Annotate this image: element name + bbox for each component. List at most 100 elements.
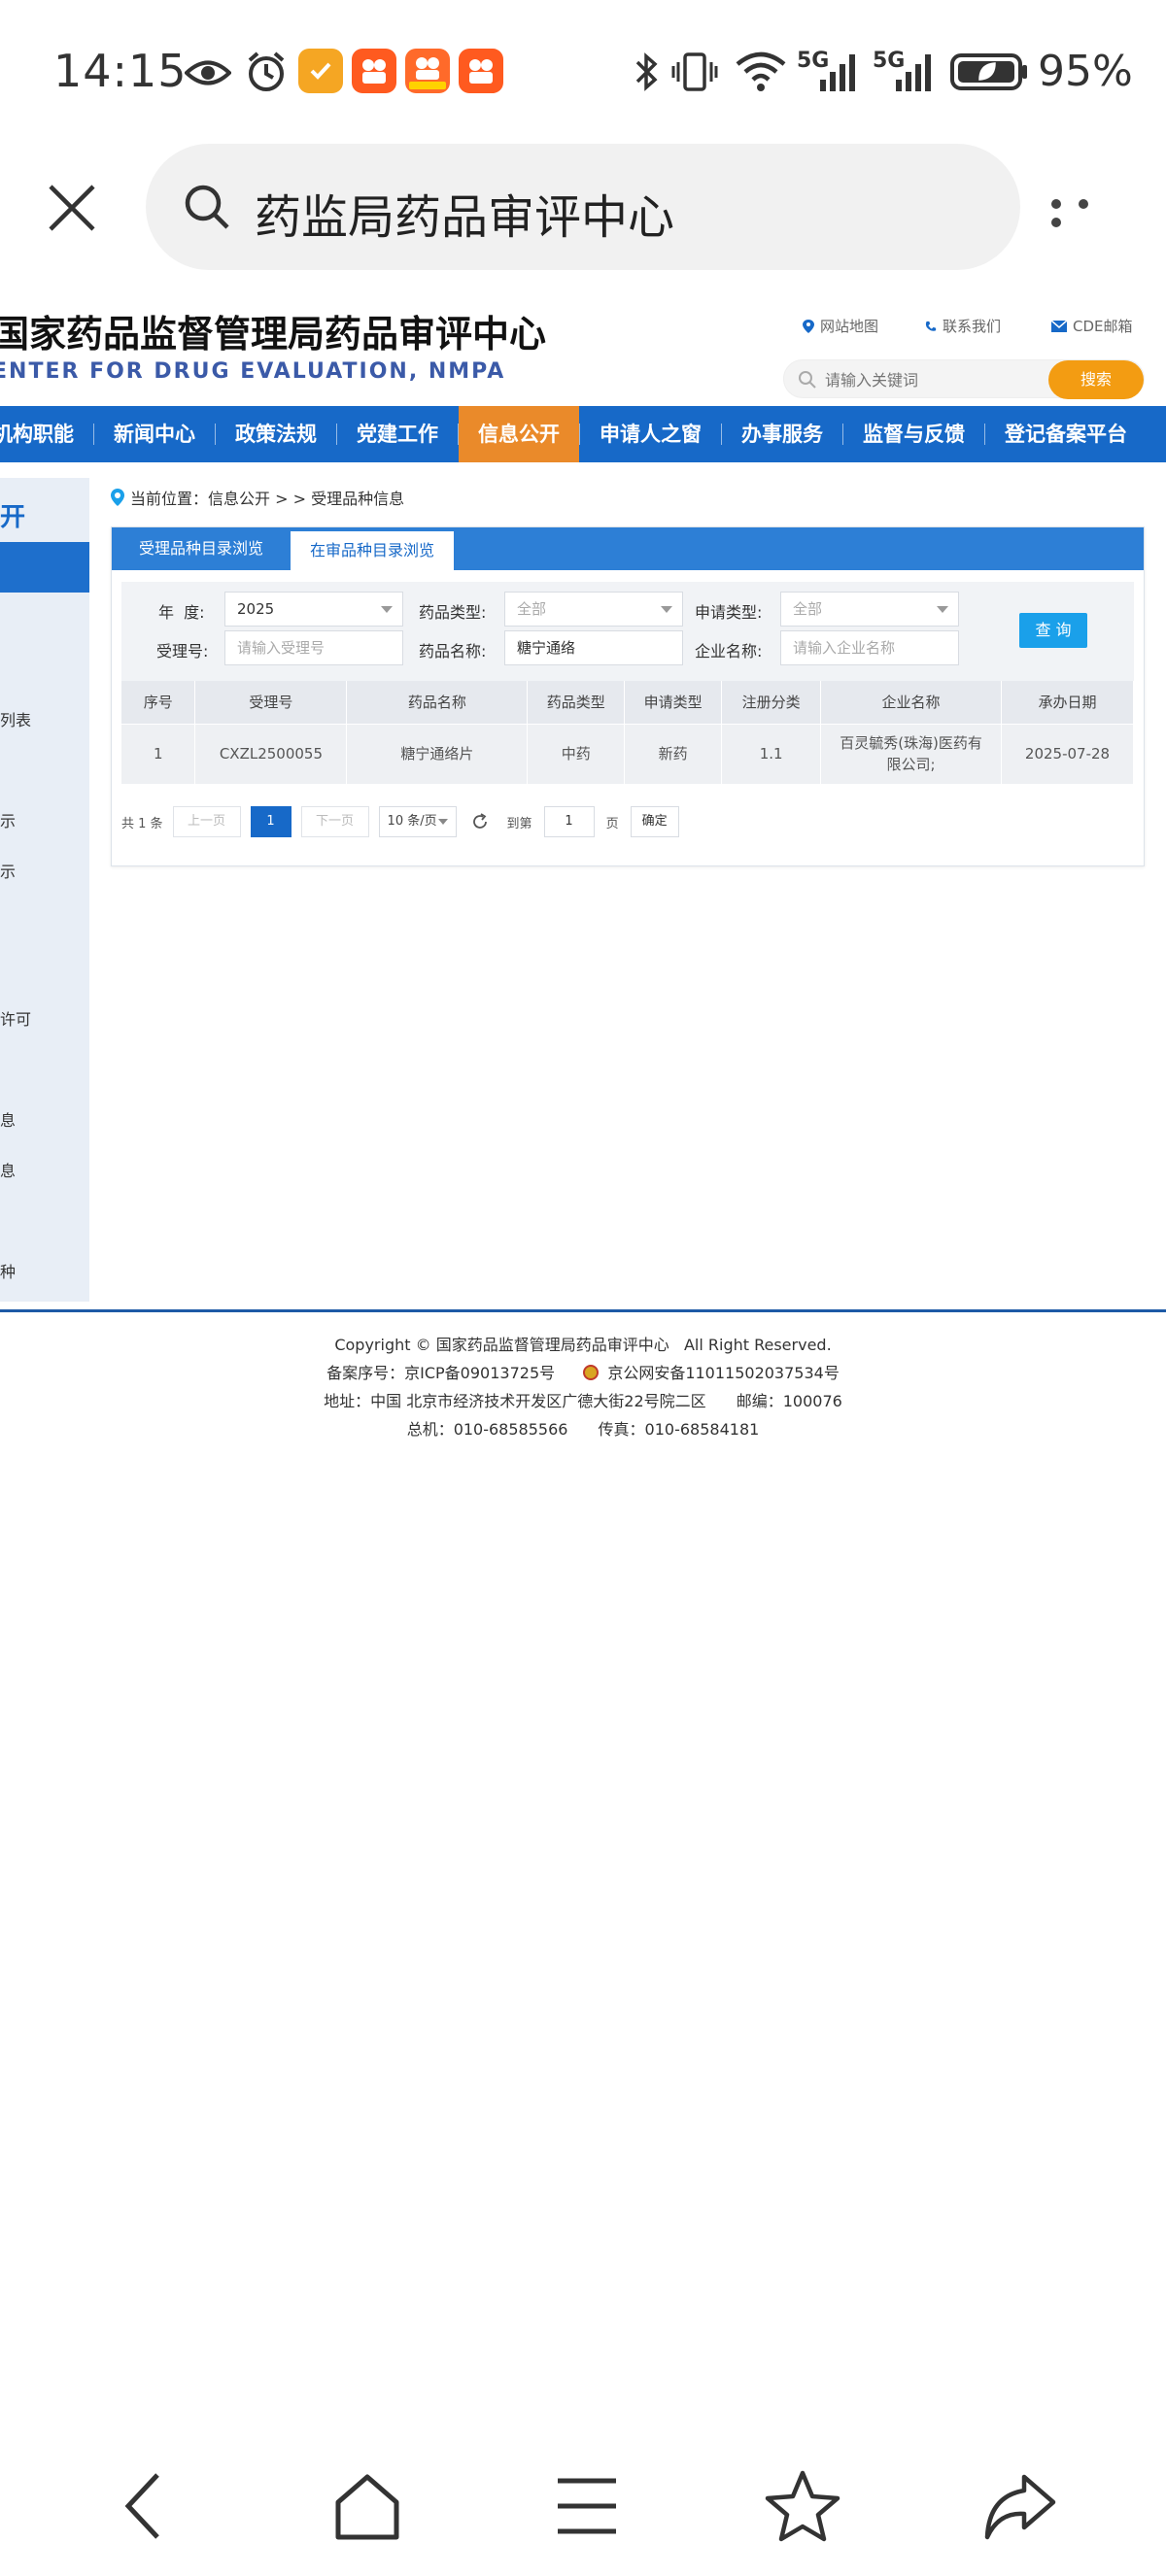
nav-item-info-disclosure[interactable]: 信息公开 bbox=[459, 406, 579, 462]
drug-type-select[interactable]: 全部 bbox=[504, 592, 683, 627]
accept-no-label: 受理号: bbox=[156, 642, 209, 661]
footer-contact-line: 总机：010-68585566 传真：010-68584181 bbox=[0, 1415, 1166, 1443]
site-search-input[interactable] bbox=[825, 366, 1048, 393]
nav-item-news[interactable]: 新闻中心 bbox=[94, 406, 215, 462]
cell-company: 百灵毓秀(珠海)医药有限公司; bbox=[820, 723, 1002, 784]
site-subtitle: ENTER FOR DRUG EVALUATION, NMPA bbox=[0, 359, 506, 384]
sidebar-item[interactable]: 列表 bbox=[0, 707, 31, 730]
close-icon[interactable] bbox=[43, 179, 101, 237]
alarm-icon bbox=[248, 51, 285, 91]
prev-page-button[interactable]: 上一页 bbox=[172, 806, 241, 837]
footer-record-line: 备案序号：京ICP备09013725号 京公网安备11011502037534号 bbox=[0, 1359, 1166, 1387]
chevron-down-icon bbox=[437, 819, 448, 825]
cell-apply-type: 新药 bbox=[624, 723, 723, 784]
refresh-icon[interactable] bbox=[470, 812, 490, 831]
browser-search-bar[interactable]: 药监局药品审评中心 bbox=[146, 144, 1020, 270]
tab-bar: 受理品种目录浏览 在审品种目录浏览 bbox=[112, 527, 1144, 570]
catalog-panel: 受理品种目录浏览 在审品种目录浏览 年 度: 2025 药品类型: 全部 申请类… bbox=[111, 526, 1145, 866]
app-video-festival-icon bbox=[405, 49, 450, 93]
nav-item-registration-platform[interactable]: 登记备案平台 bbox=[985, 406, 1147, 462]
app-heart-icon bbox=[298, 49, 343, 93]
mail-icon bbox=[1051, 320, 1067, 332]
footer-icp[interactable]: 备案序号：京ICP备09013725号 bbox=[326, 1364, 555, 1382]
sidebar-item[interactable]: 息 bbox=[0, 1107, 16, 1131]
tab-accepted-catalog[interactable]: 受理品种目录浏览 bbox=[112, 527, 291, 570]
link-site-map[interactable]: 网站地图 bbox=[803, 316, 878, 336]
home-icon[interactable] bbox=[328, 2467, 406, 2545]
col-header-company: 企业名称 bbox=[820, 681, 1002, 724]
link-cde-mail[interactable]: CDE邮箱 bbox=[1051, 316, 1133, 336]
sidebar-item[interactable]: 种 bbox=[0, 1259, 16, 1282]
table-header-row: 序号 受理号 药品名称 药品类型 申请类型 注册分类 企业名称 承办日期 bbox=[121, 681, 1134, 724]
nav-item-party-building[interactable]: 党建工作 bbox=[337, 406, 458, 462]
location-pin-icon bbox=[111, 489, 124, 506]
breadcrumb: 当前位置：信息公开 > > 受理品种信息 bbox=[111, 486, 404, 509]
footer-postcode: 邮编：100076 bbox=[736, 1392, 842, 1410]
filter-form: 年 度: 2025 药品类型: 全部 申请类型: 全部 受理号: 请输入受理号 … bbox=[121, 582, 1134, 681]
nav-item-policy[interactable]: 政策法规 bbox=[216, 406, 336, 462]
site-title: 国家药品监督管理局药品审评中心 bbox=[0, 313, 547, 356]
menu-icon[interactable] bbox=[548, 2467, 626, 2545]
phone-icon bbox=[925, 321, 937, 331]
year-select[interactable]: 2025 bbox=[224, 592, 403, 627]
footer-fax: 传真：010-68584181 bbox=[598, 1420, 760, 1439]
page-size-select[interactable]: 10 条/页 bbox=[378, 806, 457, 837]
star-icon[interactable] bbox=[764, 2467, 841, 2545]
next-page-button[interactable]: 下一页 bbox=[300, 806, 369, 837]
year-label: 年 度: bbox=[158, 603, 205, 622]
page-button-current[interactable]: 1 bbox=[250, 806, 292, 837]
search-icon bbox=[185, 185, 229, 229]
table-row[interactable]: 1 CXZL2500055 糖宁通络片 中药 新药 1.1 百灵毓秀(珠海)医药… bbox=[121, 723, 1134, 784]
goto-label: 到第 bbox=[506, 816, 532, 831]
chevron-down-icon bbox=[381, 606, 393, 613]
footer-address-line: 地址：中国 北京市经济技术开发区广德大街22号院二区 邮编：100076 bbox=[0, 1387, 1166, 1415]
company-input[interactable]: 请输入企业名称 bbox=[780, 630, 959, 665]
goto-page-input[interactable]: 1 bbox=[543, 806, 595, 837]
chevron-down-icon bbox=[937, 606, 948, 613]
query-button[interactable]: 查 询 bbox=[1019, 613, 1087, 648]
nav-item-applicant-window[interactable]: 申请人之窗 bbox=[580, 406, 721, 462]
wifi-icon bbox=[736, 51, 786, 91]
app-video-icon bbox=[459, 49, 503, 93]
page-unit-label: 页 bbox=[605, 816, 619, 831]
pagination: 共 1 条 上一页 1 下一页 10 条/页 到第 1 页 确定 bbox=[121, 805, 679, 838]
sidebar-item[interactable]: 示 bbox=[0, 808, 16, 831]
apply-type-select[interactable]: 全部 bbox=[780, 592, 959, 627]
battery-percent: 95% bbox=[1038, 47, 1133, 96]
link-contact-us-label: 联系我们 bbox=[943, 318, 1002, 335]
browser-search-query: 药监局药品审评中心 bbox=[255, 190, 675, 245]
sidebar-item[interactable]: 许可 bbox=[0, 1006, 31, 1030]
site-search-button[interactable]: 搜索 bbox=[1048, 360, 1144, 399]
col-header-drug-name: 药品名称 bbox=[346, 681, 529, 724]
footer-police-record[interactable]: 京公网安备11011502037534号 bbox=[607, 1364, 840, 1382]
footer-divider bbox=[0, 1309, 1166, 1312]
nav-item-services[interactable]: 办事服务 bbox=[722, 406, 842, 462]
col-header-date: 承办日期 bbox=[1001, 681, 1134, 724]
link-contact-us[interactable]: 联系我们 bbox=[925, 316, 1001, 336]
sidebar-item[interactable]: 示 bbox=[0, 859, 16, 882]
breadcrumb-text: 当前位置：信息公开 > > 受理品种信息 bbox=[130, 490, 405, 508]
sidebar-title: 开 bbox=[0, 503, 26, 532]
status-time: 14:15 bbox=[53, 45, 188, 97]
nav-item-supervision[interactable]: 监督与反馈 bbox=[843, 406, 984, 462]
goto-confirm-button[interactable]: 确定 bbox=[630, 806, 679, 837]
sidebar-item[interactable]: 息 bbox=[0, 1158, 16, 1181]
battery-icon bbox=[950, 53, 1027, 90]
sidebar-item-active[interactable] bbox=[0, 542, 89, 593]
link-site-map-label: 网站地图 bbox=[820, 318, 879, 335]
col-header-accept-no: 受理号 bbox=[194, 681, 348, 724]
drug-name-input[interactable]: 糖宁通络 bbox=[504, 630, 683, 665]
main-nav: 机构职能 新闻中心 政策法规 党建工作 信息公开 申请人之窗 办事服务 监督与反… bbox=[0, 406, 1166, 462]
nav-item-org-functions[interactable]: 机构职能 bbox=[0, 406, 93, 462]
more-icon[interactable] bbox=[1051, 194, 1119, 227]
cell-reg-class: 1.1 bbox=[721, 723, 822, 784]
back-icon[interactable] bbox=[109, 2467, 187, 2545]
chevron-down-icon bbox=[661, 606, 672, 613]
accept-no-input[interactable]: 请输入受理号 bbox=[224, 630, 403, 665]
share-icon[interactable] bbox=[981, 2467, 1059, 2545]
tab-under-review-catalog[interactable]: 在审品种目录浏览 bbox=[291, 531, 454, 570]
site-search-box: 搜索 bbox=[783, 359, 1145, 399]
col-header-drug-type: 药品类型 bbox=[527, 681, 626, 724]
results-table: 序号 受理号 药品名称 药品类型 申请类型 注册分类 企业名称 承办日期 1 C… bbox=[121, 681, 1134, 784]
company-label: 企业名称: bbox=[695, 642, 763, 661]
